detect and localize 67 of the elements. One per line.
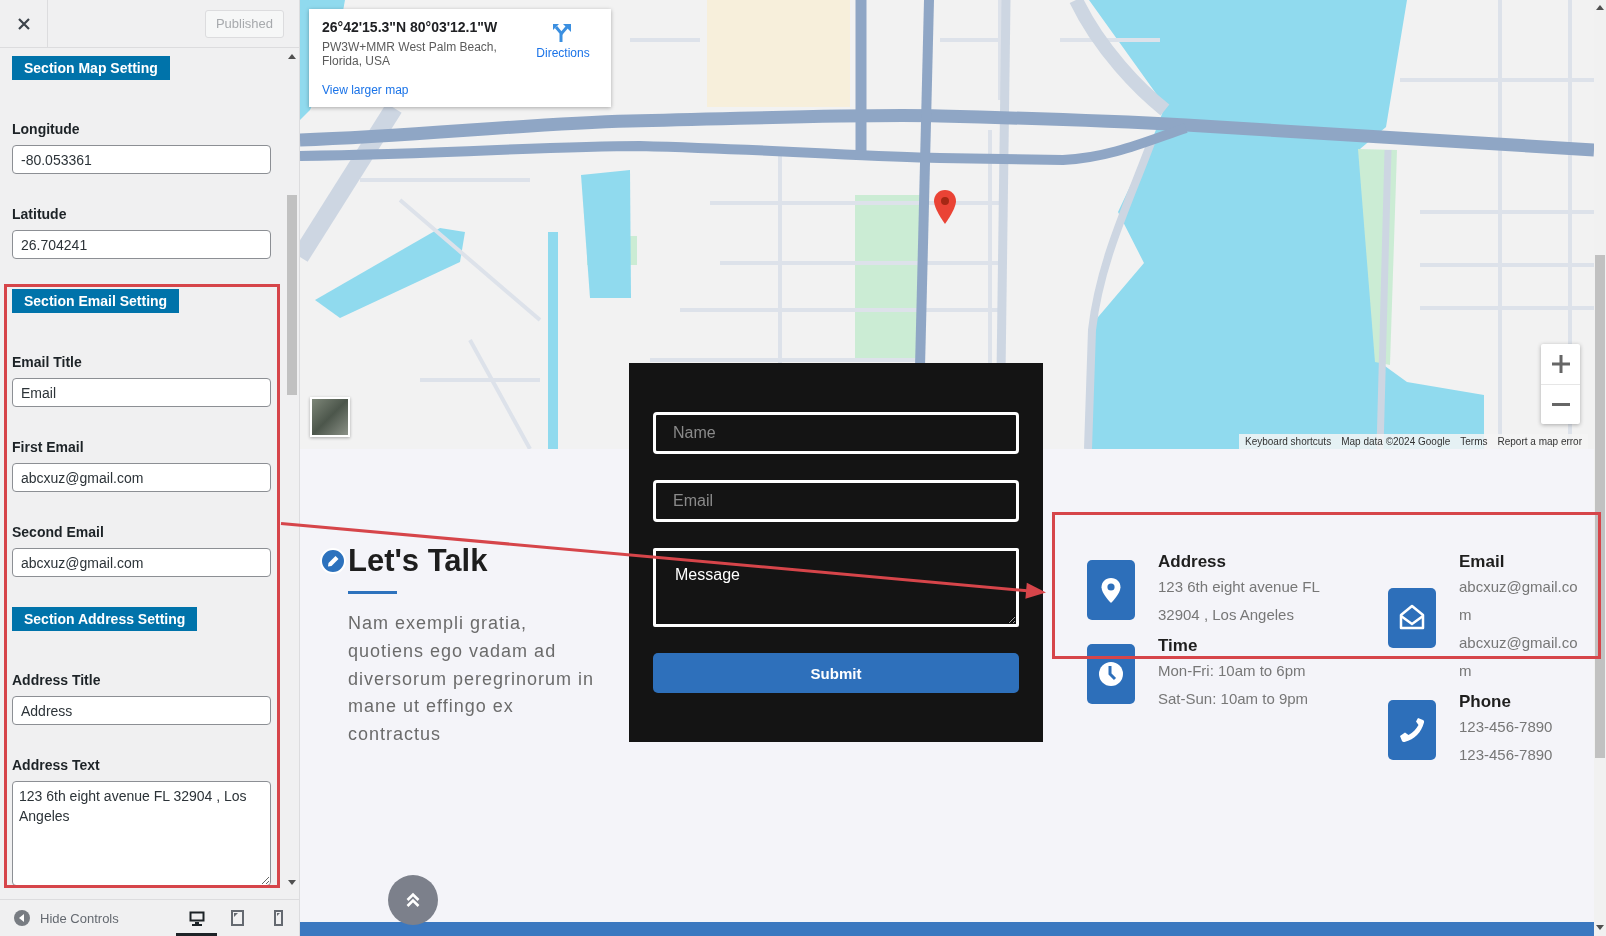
- minus-icon: [1551, 403, 1570, 406]
- desktop-icon: [188, 910, 205, 926]
- field-label: Address Text: [12, 756, 101, 775]
- title-underline: [348, 591, 397, 594]
- input-field[interactable]: Name: [653, 412, 1019, 454]
- scroll-to-top-button[interactable]: [388, 875, 438, 925]
- section-heading: Section Map Setting: [12, 56, 170, 80]
- intro-paragraph: Nam exempli gratia, quotiens ego vadam ad diversorum peregrinorum in mane ut effingo ex contractus: [348, 612, 596, 747]
- envelope-icon: [1388, 588, 1436, 648]
- tablet-icon: [231, 910, 244, 926]
- caret-up-icon: [1596, 5, 1604, 10]
- caret-down-icon: [1596, 925, 1604, 930]
- text-field[interactable]: 26.704241: [12, 230, 271, 259]
- field-label: Latitude: [12, 205, 68, 224]
- info-text: 123-456-7890: [1459, 745, 1554, 765]
- map-pin-icon[interactable]: [934, 190, 956, 224]
- attribution-link[interactable]: Keyboard shortcuts: [1245, 434, 1332, 449]
- satellite-view-button[interactable]: [310, 397, 350, 437]
- field-label: Longitude: [12, 120, 81, 139]
- double-chevron-up-icon: [406, 892, 420, 908]
- text-field[interactable]: Address: [12, 696, 271, 725]
- info-title: Time: [1158, 635, 1199, 657]
- info-title: Address: [1158, 551, 1228, 573]
- info-text: abcxuz@gmail.com: [1459, 633, 1579, 681]
- pencil-icon: [320, 548, 346, 574]
- text-field[interactable]: Email: [12, 378, 271, 407]
- section-heading: Section Address Setting: [12, 607, 198, 631]
- place-address: PW3W+MMR West Palm Beach, Florida, USA: [322, 40, 498, 68]
- caret-down-icon: [288, 880, 296, 885]
- info-title: Email: [1459, 551, 1506, 573]
- info-title: Phone: [1459, 691, 1512, 713]
- field-label: Address Title: [12, 671, 102, 690]
- submit-button[interactable]: Submit: [653, 653, 1019, 693]
- text-field[interactable]: abcxuz@gmail.com: [12, 548, 271, 577]
- info-text: 123 6th eight avenue FL 32904 , Los Angeles: [1158, 577, 1321, 625]
- attribution-link[interactable]: Map data ©2024 Google: [1341, 434, 1451, 449]
- field-label: First Email: [12, 438, 85, 457]
- arrow-left-circle-icon: [14, 910, 30, 926]
- info-text: Sat-Sun: 10am to 9pm: [1158, 689, 1310, 709]
- scrollbar-thumb[interactable]: [287, 195, 297, 395]
- text-field[interactable]: -80.053361: [12, 145, 271, 174]
- input-field[interactable]: Email: [653, 480, 1019, 522]
- clock-icon: [1087, 644, 1135, 704]
- location-pin-icon: [1087, 560, 1135, 620]
- text-field[interactable]: abcxuz@gmail.com: [12, 463, 271, 492]
- directions-link[interactable]: Directions: [532, 22, 594, 68]
- plus-icon: [1551, 355, 1570, 373]
- field-label: Second Email: [12, 523, 105, 542]
- attribution-link[interactable]: Terms: [1460, 434, 1488, 449]
- view-larger-map-link[interactable]: View larger map: [322, 83, 409, 97]
- info-text: 123-456-7890: [1459, 717, 1554, 737]
- field-label: Email Title: [12, 353, 83, 372]
- scrollbar-thumb[interactable]: [1595, 255, 1605, 758]
- mobile-icon: [274, 910, 283, 926]
- scrollbar[interactable]: [1594, 0, 1606, 936]
- message-field[interactable]: Message: [653, 548, 1019, 627]
- coordinates-title: 26°42'15.3"N 80°03'12.1"W: [322, 18, 499, 36]
- info-text: Mon-Fri: 10am to 6pm: [1158, 661, 1307, 681]
- section-heading: Section Email Setting: [12, 289, 180, 313]
- directions-icon: [553, 22, 573, 42]
- section-title: Let's Talk: [348, 542, 488, 580]
- phone-icon: [1388, 700, 1436, 760]
- hide-controls-button[interactable]: Hide Controls: [14, 910, 119, 926]
- caret-up-icon: [288, 54, 296, 59]
- close-icon: [17, 17, 30, 30]
- textarea-field[interactable]: 123 6th eight avenue FL 32904 , Los Angeles: [12, 781, 271, 886]
- attribution-link[interactable]: Report a map error: [1497, 434, 1582, 449]
